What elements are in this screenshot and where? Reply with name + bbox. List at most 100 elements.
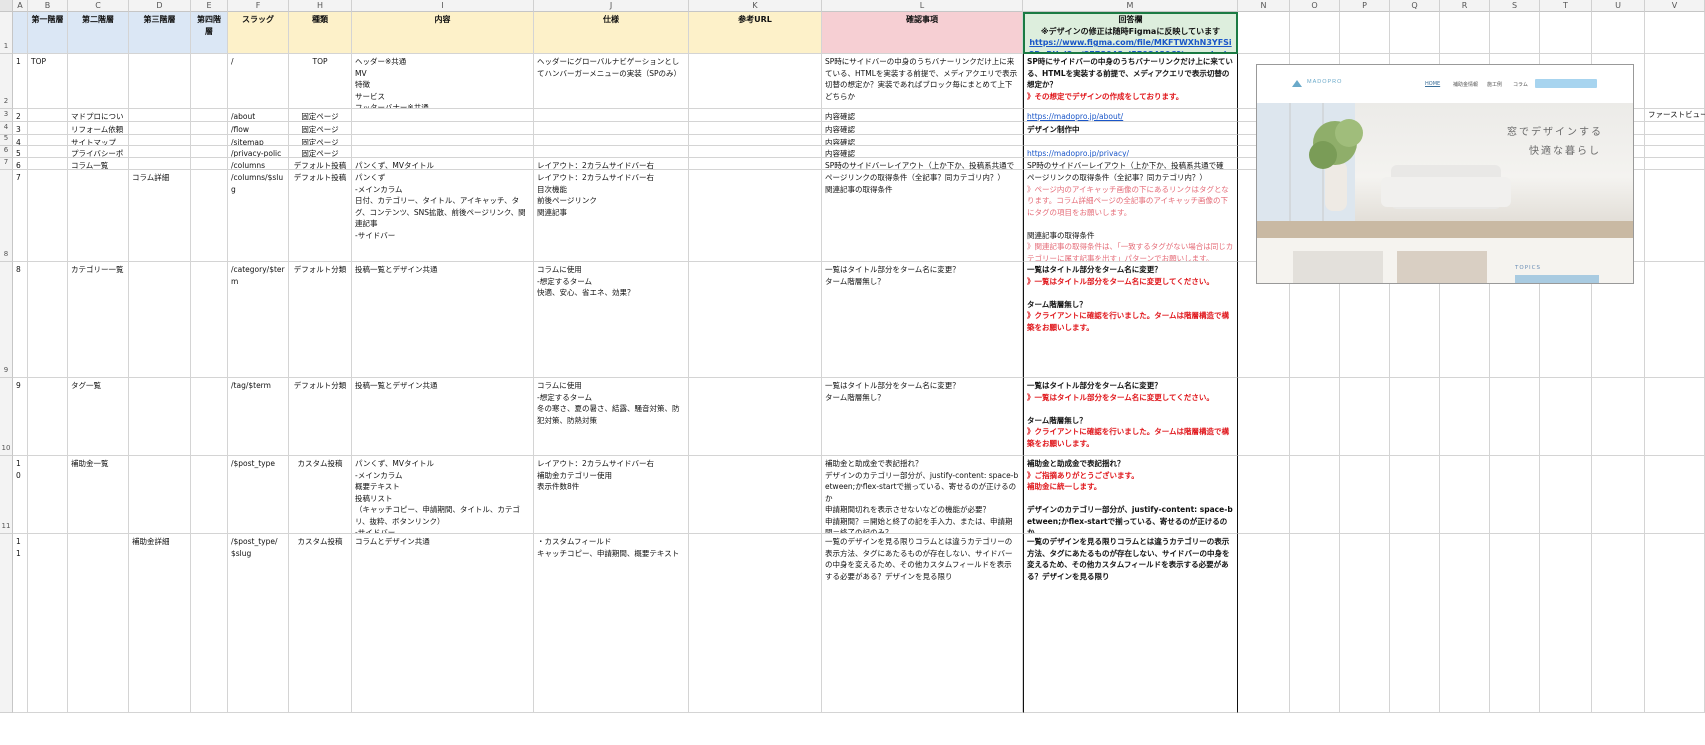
header-cell-type[interactable]: 種類 (289, 12, 352, 54)
empty-cell[interactable] (1340, 456, 1390, 534)
row-number-cell[interactable]: 10 (13, 456, 28, 534)
level4-cell[interactable] (191, 534, 228, 713)
row-number-cell[interactable]: 3 (13, 122, 28, 135)
slug-cell[interactable]: /columns/$slug (228, 170, 289, 262)
content-cell[interactable] (352, 109, 534, 122)
empty-cell[interactable] (1238, 378, 1290, 456)
column-header[interactable]: E (191, 0, 228, 12)
empty-cell[interactable] (1645, 534, 1705, 713)
column-header[interactable]: I (352, 0, 534, 12)
level2-cell[interactable]: 補助金一覧 (68, 456, 129, 534)
row-number-cell[interactable]: 1 (13, 54, 28, 109)
spec-cell[interactable]: レイアウト：2カラムサイドバー右 目次機能 前後ページリンク 関連記事 (534, 170, 689, 262)
row-number-cell[interactable]: 9 (13, 378, 28, 456)
answer-cell[interactable]: デザイン制作中 (1023, 122, 1238, 135)
level2-cell[interactable]: サイトマップ (68, 135, 129, 146)
spec-cell[interactable]: レイアウト：2カラムサイドバー右 補助金カテゴリー使用 表示件数8件 (534, 456, 689, 534)
empty-cell[interactable] (1645, 378, 1705, 456)
spec-cell[interactable]: コラムに使用 -想定するターム 快適、安心、省エネ、効果？ (534, 262, 689, 378)
row-number-cell[interactable]: 4 (13, 135, 28, 146)
spec-cell[interactable]: レイアウト：2カラムサイドバー右 カテゴリー・タグ使用 表示件数12件 (534, 158, 689, 170)
header-cell-confirm[interactable]: 確認事項 (822, 12, 1023, 54)
level4-cell[interactable] (191, 135, 228, 146)
level3-cell[interactable] (129, 378, 191, 456)
level2-cell[interactable]: プライバシーポリシー (68, 146, 129, 158)
column-header[interactable]: N (1238, 0, 1290, 12)
row-header[interactable]: 7 (0, 158, 13, 170)
level1-cell[interactable] (28, 135, 68, 146)
type-cell[interactable]: 固定ページ (289, 146, 352, 158)
empty-cell[interactable] (1290, 456, 1340, 534)
answer-cell[interactable]: SP時にサイドバーの中身のうちバナーリンクだけ上に来ている、HTMLを実装する前… (1023, 54, 1238, 109)
level2-cell[interactable]: カテゴリー一覧 (68, 262, 129, 378)
empty-cell[interactable] (1440, 12, 1490, 54)
empty-cell[interactable] (1340, 534, 1390, 713)
column-header[interactable]: M (1023, 0, 1238, 12)
column-header[interactable]: A (13, 0, 28, 12)
level1-cell[interactable] (28, 170, 68, 262)
column-header[interactable]: Q (1390, 0, 1440, 12)
level3-cell[interactable] (129, 54, 191, 109)
empty-cell[interactable] (1540, 12, 1592, 54)
row-number-cell[interactable]: 6 (13, 158, 28, 170)
answer-cell[interactable]: 一覧のデザインを見る限りコラムとは違うカテゴリーの表示方法、タグにあたるものが存… (1023, 534, 1238, 713)
empty-cell[interactable] (1592, 534, 1645, 713)
level1-cell[interactable]: TOP (28, 54, 68, 109)
slug-cell[interactable]: /$post_type (228, 456, 289, 534)
confirm-cell[interactable]: 内容確認 (822, 122, 1023, 135)
header-cell-answer[interactable]: 回答欄 ※デザインの修正は随時Figmaに反映しています https://www… (1023, 12, 1238, 54)
slug-cell[interactable]: /privacy-policy (228, 146, 289, 158)
column-header[interactable]: O (1290, 0, 1340, 12)
header-cell-level4[interactable]: 第四階層 (191, 12, 228, 54)
answer-cell[interactable]: ページリンクの取得条件（全記事？同カテゴリ内？） 》ページ内のアイキャッチ画像の… (1023, 170, 1238, 262)
row-number-cell[interactable]: 2 (13, 109, 28, 122)
level2-cell[interactable] (68, 170, 129, 262)
reference-url-cell[interactable] (689, 109, 822, 122)
level3-cell[interactable] (129, 135, 191, 146)
level3-cell[interactable] (129, 158, 191, 170)
reference-url-cell[interactable] (689, 158, 822, 170)
spec-cell[interactable]: コラムに使用 -想定するターム 冬の寒さ、夏の暑さ、結露、騒音対策、防犯対策、防… (534, 378, 689, 456)
row-header[interactable]: 4 (0, 122, 13, 135)
spec-cell[interactable] (534, 146, 689, 158)
slug-cell[interactable]: /$post_type/$slug (228, 534, 289, 713)
slug-cell[interactable]: / (228, 54, 289, 109)
level1-cell[interactable] (28, 378, 68, 456)
level4-cell[interactable] (191, 54, 228, 109)
content-cell[interactable]: コラムとデザイン共通 (352, 534, 534, 713)
empty-cell[interactable] (1440, 456, 1490, 534)
content-cell[interactable] (352, 146, 534, 158)
column-header[interactable]: L (822, 0, 1023, 12)
empty-cell[interactable] (1490, 534, 1540, 713)
level4-cell[interactable] (191, 262, 228, 378)
level2-cell[interactable] (68, 534, 129, 713)
confirm-cell[interactable]: 一覧のデザインを見る限りコラムとは違うカテゴリーの表示方法、タグにあたるものが存… (822, 534, 1023, 713)
level2-cell[interactable] (68, 54, 129, 109)
select-all-corner[interactable] (0, 0, 13, 12)
level3-cell[interactable] (129, 122, 191, 135)
reference-url-cell[interactable] (689, 170, 822, 262)
row-number-cell[interactable]: 7 (13, 170, 28, 262)
content-cell[interactable]: 投稿一覧とデザイン共通 (352, 262, 534, 378)
type-cell[interactable]: デフォルト投稿 (289, 158, 352, 170)
answer-cell[interactable]: 一覧はタイトル部分をターム名に変更？ 》一覧はタイトル部分をターム名に変更してく… (1023, 262, 1238, 378)
type-cell[interactable]: デフォルト分類 (289, 378, 352, 456)
row-number-cell[interactable]: 11 (13, 534, 28, 713)
confirm-cell[interactable]: ページリンクの取得条件（全記事？同カテゴリ内？） 関連記事の取得条件 (822, 170, 1023, 262)
type-cell[interactable]: TOP (289, 54, 352, 109)
type-cell[interactable]: デフォルト分類 (289, 262, 352, 378)
level1-cell[interactable] (28, 534, 68, 713)
spec-cell[interactable] (534, 122, 689, 135)
column-header[interactable]: R (1440, 0, 1490, 12)
column-header[interactable]: U (1592, 0, 1645, 12)
empty-cell[interactable] (1645, 122, 1705, 135)
row-number-cell[interactable]: 5 (13, 146, 28, 158)
spec-cell[interactable]: ・カスタムフィールド キャッチコピー、申請期間、概要テキスト (534, 534, 689, 713)
level2-cell[interactable]: コラム一覧 (68, 158, 129, 170)
confirm-cell[interactable]: 内容確認 (822, 146, 1023, 158)
answer-cell[interactable]: 補助金と助成金で表記揺れ？ 》ご指摘ありがとうございます。 補助金に統一します。… (1023, 456, 1238, 534)
empty-cell[interactable] (1645, 170, 1705, 262)
spec-cell[interactable]: ヘッダーにグローバルナビゲーションとしてハンバーガーメニューの実装（SPのみ） (534, 54, 689, 109)
empty-cell[interactable] (1645, 146, 1705, 158)
column-header[interactable]: S (1490, 0, 1540, 12)
